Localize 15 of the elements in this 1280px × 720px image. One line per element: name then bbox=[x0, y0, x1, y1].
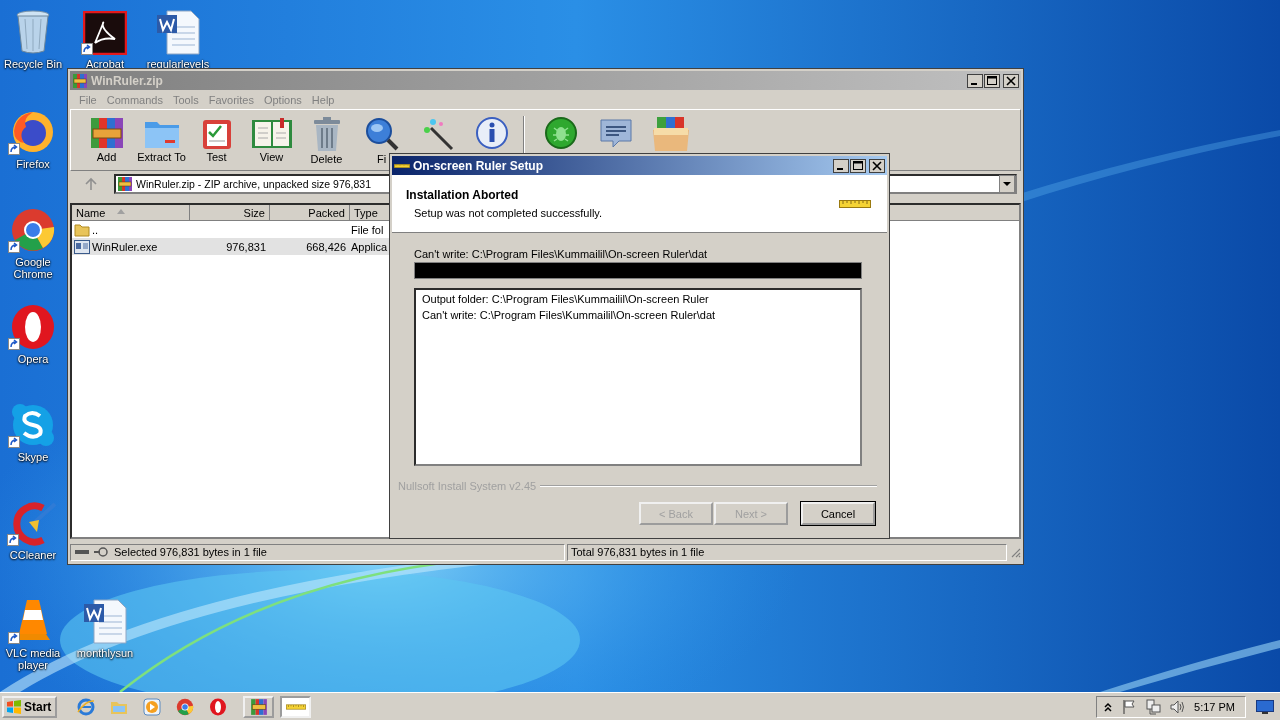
log-line: Output folder: C:\Program Files\Kummailil\On-screen Ruler bbox=[422, 293, 710, 305]
file-name: .. bbox=[92, 223, 99, 236]
window-title: On-screen Ruler Setup bbox=[413, 158, 544, 173]
table-cell: File fol bbox=[351, 223, 384, 236]
subheading: Setup was not completed successfully. bbox=[413, 207, 604, 219]
log-line: Can't write: C:\Program Files\Kummailil\On-screen Ruler\dat bbox=[422, 309, 717, 321]
status-text: Can't write: C:\Program Files\Kummailil\On-screen Ruler\dat bbox=[414, 248, 709, 260]
table-cell: 668,426 bbox=[306, 240, 346, 253]
window-title: WinRuler.zip bbox=[91, 73, 163, 88]
table-cell: 976,831 bbox=[226, 240, 266, 253]
table-cell: Applica bbox=[351, 240, 388, 253]
heading: Installation Aborted bbox=[406, 188, 520, 202]
file-name: WinRuler.exe bbox=[92, 240, 158, 253]
status-text: Total 976,831 bytes in 1 file bbox=[571, 546, 705, 558]
status-text: Selected 976,831 bytes in 1 file bbox=[114, 546, 267, 558]
